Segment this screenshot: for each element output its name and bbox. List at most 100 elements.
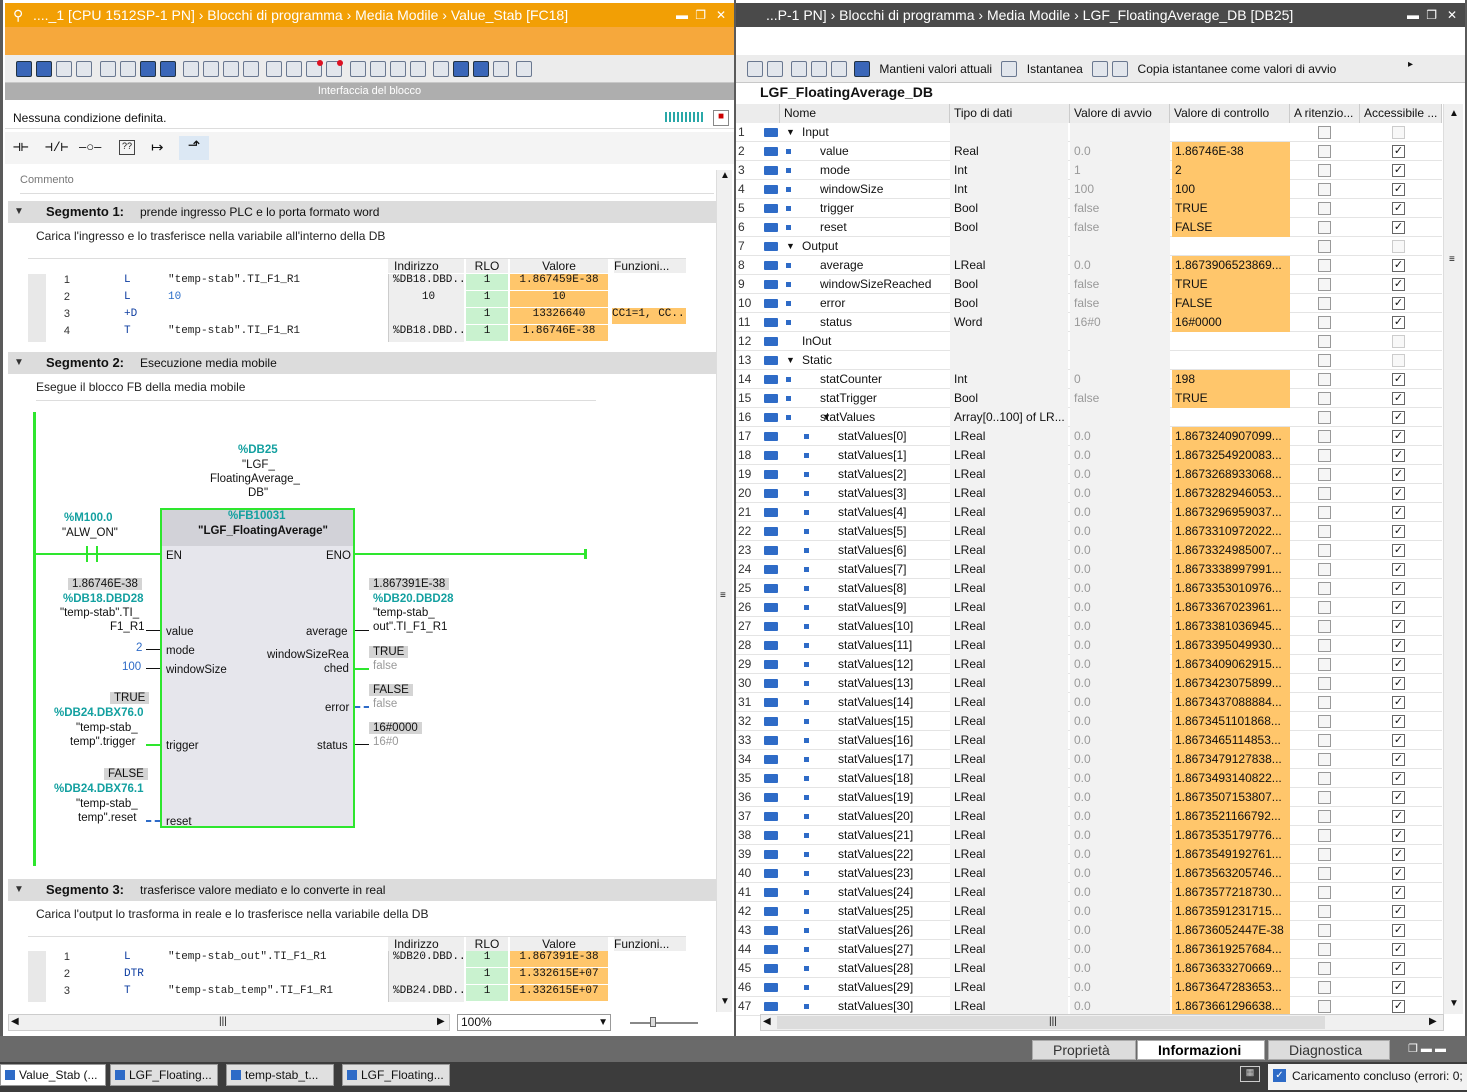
row-start-value[interactable] — [1070, 237, 1170, 256]
row-start-value[interactable]: 0.0 — [1070, 845, 1170, 864]
coil-icon[interactable]: –○– — [79, 139, 101, 154]
toolbar-icon[interactable] — [99, 61, 116, 77]
db-row[interactable]: 18 statValues[1] LReal 0.0 1.8673254920083..… — [736, 446, 1442, 465]
row-monitor-value[interactable]: 1.86746E-38 — [1172, 142, 1290, 161]
retain-checkbox[interactable] — [1318, 259, 1331, 272]
row-monitor-value[interactable]: 1.8673647283653... — [1172, 978, 1290, 997]
retain-checkbox[interactable] — [1318, 487, 1331, 500]
row-monitor-value[interactable]: 1.8673409062915... — [1172, 655, 1290, 674]
header-start[interactable]: Valore di avvio — [1070, 104, 1170, 123]
db-row[interactable]: 11 status Word 16#0 16#0000 ✓ — [736, 313, 1442, 332]
accessible-checkbox[interactable]: ✓ — [1392, 696, 1405, 709]
db-row[interactable]: 9 windowSizeReached Bool false TRUE ✓ — [736, 275, 1442, 294]
header-retain[interactable]: A ritenzio... — [1290, 104, 1360, 123]
retain-checkbox[interactable] — [1318, 886, 1331, 899]
row-start-value[interactable]: 0.0 — [1070, 826, 1170, 845]
row-monitor-value[interactable]: FALSE — [1172, 294, 1290, 313]
row-start-value[interactable]: 0.0 — [1070, 769, 1170, 788]
row-start-value[interactable]: 0.0 — [1070, 674, 1170, 693]
row-monitor-value[interactable]: 1.8673296959037... — [1172, 503, 1290, 522]
accessible-checkbox[interactable]: ✓ — [1392, 525, 1405, 538]
row-monitor-value[interactable]: TRUE — [1172, 389, 1290, 408]
row-start-value[interactable]: 0.0 — [1070, 465, 1170, 484]
row-start-value[interactable]: 0.0 — [1070, 864, 1170, 883]
segment-1-header[interactable]: ▼ Segmento 1: prende ingresso PLC e lo p… — [8, 201, 716, 223]
row-monitor-value[interactable]: 1.8673493140822... — [1172, 769, 1290, 788]
glasses-icon[interactable] — [854, 61, 871, 77]
row-start-value[interactable]: 0.0 — [1070, 731, 1170, 750]
row-start-value[interactable]: 0.0 — [1070, 788, 1170, 807]
accessible-checkbox[interactable]: ✓ — [1392, 943, 1405, 956]
tab-diagnostics[interactable]: Diagnostica — [1268, 1040, 1390, 1060]
db-row[interactable]: 31 statValues[14] LReal 0.0 1.8673437088884.… — [736, 693, 1442, 712]
row-start-value[interactable]: 0.0 — [1070, 883, 1170, 902]
row-monitor-value[interactable]: 1.8673282946053... — [1172, 484, 1290, 503]
row-start-value[interactable]: 0.0 — [1070, 142, 1170, 161]
retain-checkbox[interactable] — [1318, 639, 1331, 652]
row-monitor-value[interactable]: 1.8673451101868... — [1172, 712, 1290, 731]
accessible-checkbox[interactable]: ✓ — [1392, 601, 1405, 614]
accessible-checkbox[interactable]: ✓ — [1392, 772, 1405, 785]
accessible-checkbox[interactable]: ✓ — [1392, 449, 1405, 462]
retain-checkbox[interactable] — [1318, 411, 1331, 424]
db-row[interactable]: 4 windowSize Int 100 100 ✓ — [736, 180, 1442, 199]
retain-checkbox[interactable] — [1318, 1000, 1331, 1013]
taskbar-item[interactable]: temp-stab_t... — [226, 1064, 334, 1086]
row-start-value[interactable]: 0.0 — [1070, 750, 1170, 769]
row-start-value[interactable]: false — [1070, 275, 1170, 294]
row-start-value[interactable]: 0.0 — [1070, 503, 1170, 522]
accessible-checkbox[interactable] — [1392, 240, 1405, 253]
retain-checkbox[interactable] — [1318, 183, 1331, 196]
db-row[interactable]: 44 statValues[27] LReal 0.0 1.8673619257684.… — [736, 940, 1442, 959]
toolbar-icon[interactable] — [747, 61, 764, 77]
toolbar-icon[interactable] — [493, 61, 510, 77]
row-start-value[interactable]: 0.0 — [1070, 256, 1170, 275]
row-start-value[interactable]: 100 — [1070, 180, 1170, 199]
toolbar-icon[interactable] — [183, 61, 200, 77]
accessible-checkbox[interactable]: ✓ — [1392, 886, 1405, 899]
close-icon[interactable]: ✕ — [1447, 3, 1457, 27]
retain-checkbox[interactable] — [1318, 297, 1331, 310]
row-start-value[interactable]: 0.0 — [1070, 655, 1170, 674]
right-titlebar[interactable]: ...P-1 PN] › Blocchi di programma › Medi… — [736, 3, 1465, 27]
accessible-checkbox[interactable]: ✓ — [1392, 905, 1405, 918]
toolbar-icon[interactable] — [473, 61, 490, 77]
row-start-value[interactable]: 0.0 — [1070, 560, 1170, 579]
row-monitor-value[interactable]: 1.8673338997991... — [1172, 560, 1290, 579]
comment-field[interactable]: Commento — [20, 172, 714, 194]
toolbar-icon[interactable] — [767, 61, 784, 77]
accessible-checkbox[interactable]: ✓ — [1392, 867, 1405, 880]
retain-checkbox[interactable] — [1318, 848, 1331, 861]
keep-values-button[interactable]: Mantieni valori attuali — [875, 62, 996, 76]
toolbar-icon[interactable] — [243, 61, 260, 77]
db-row[interactable]: 28 statValues[11] LReal 0.0 1.8673395049930.… — [736, 636, 1442, 655]
row-start-value[interactable]: 0.0 — [1070, 541, 1170, 560]
retain-checkbox[interactable] — [1318, 810, 1331, 823]
row-start-value[interactable]: 0 — [1070, 370, 1170, 389]
db-row[interactable]: 43 statValues[26] LReal 0.0 1.86736052447E-3… — [736, 921, 1442, 940]
row-start-value[interactable]: 0.0 — [1070, 617, 1170, 636]
row-monitor-value[interactable]: 2 — [1172, 161, 1290, 180]
stl-row[interactable]: 3T"temp-stab_temp".TI_F1_R1%DB24.DBD...1… — [28, 985, 686, 1002]
toolbar-icon[interactable] — [349, 61, 366, 77]
row-monitor-value[interactable]: 1.8673324985007... — [1172, 541, 1290, 560]
nc-contact-icon[interactable]: ⊣/⊢ — [45, 140, 68, 155]
db-row[interactable]: 16 ▼ statValues Array[0..100] of LR... ✓ — [736, 408, 1442, 427]
db-row[interactable]: 33 statValues[16] LReal 0.0 1.8673465114853.… — [736, 731, 1442, 750]
accessible-checkbox[interactable]: ✓ — [1392, 297, 1405, 310]
retain-checkbox[interactable] — [1318, 468, 1331, 481]
row-monitor-value[interactable]: 1.8673633270669... — [1172, 959, 1290, 978]
left-hscrollbar[interactable]: ◀ ||| ▶ — [8, 1014, 450, 1031]
scroll-right-icon[interactable]: ▶ — [1429, 1016, 1437, 1027]
row-start-value[interactable]: 0.0 — [1070, 959, 1170, 978]
db-row[interactable]: 45 statValues[28] LReal 0.0 1.8673633270669.… — [736, 959, 1442, 978]
row-monitor-value[interactable]: 1.8673240907099... — [1172, 427, 1290, 446]
retain-checkbox[interactable] — [1318, 867, 1331, 880]
toolbar-icon[interactable] — [306, 60, 324, 77]
expand-icon[interactable]: ▼ — [786, 237, 795, 256]
row-monitor-value[interactable]: 1.8673521166792... — [1172, 807, 1290, 826]
accessible-checkbox[interactable]: ✓ — [1392, 734, 1405, 747]
retain-checkbox[interactable] — [1318, 449, 1331, 462]
snapshot-button[interactable]: Istantanea — [1023, 62, 1087, 76]
copy-snapshot-button[interactable]: Copia istantanee come valori di avvio — [1134, 62, 1341, 76]
